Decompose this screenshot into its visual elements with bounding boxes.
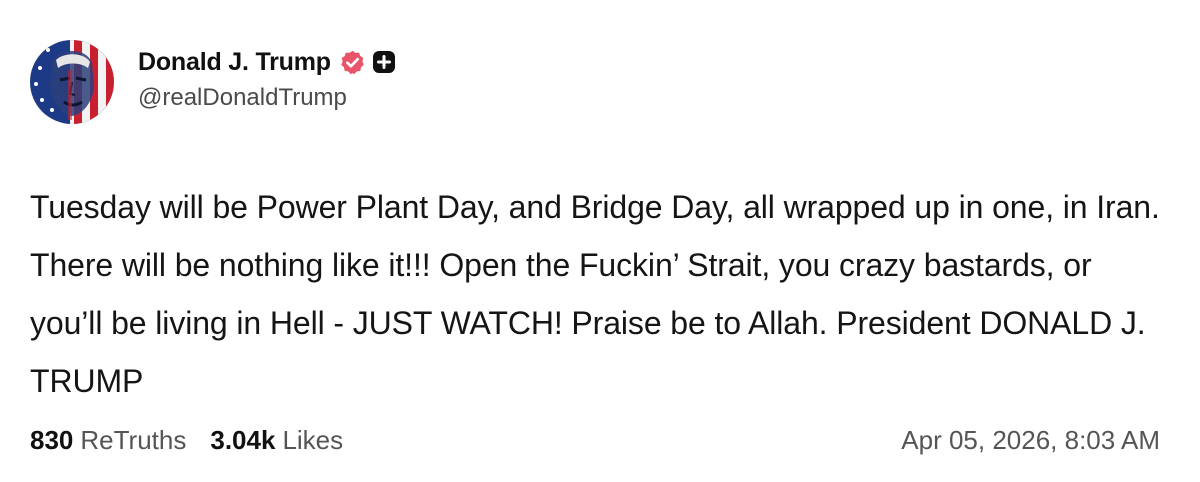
likes-label: Likes: [282, 424, 344, 455]
post-text: Tuesday will be Power Plant Day, and Bri…: [30, 189, 1160, 399]
verified-badge-icon: [339, 49, 366, 76]
likes-count: 3.04k: [210, 424, 276, 455]
post-timestamp[interactable]: Apr 05, 2026, 8:03 AM: [901, 425, 1160, 456]
truth-post: Donald J. Trump @realDonaldTrump Tuesday…: [0, 0, 1200, 482]
display-name-row: Donald J. Trump: [138, 46, 396, 78]
avatar-image: [30, 40, 114, 124]
avatar[interactable]: [30, 40, 114, 124]
plus-badge-icon: [372, 50, 396, 74]
author-names: Donald J. Trump @realDonaldTrump: [138, 46, 396, 112]
retruths-stat[interactable]: 830 ReTruths: [30, 425, 186, 456]
retruths-label: ReTruths: [80, 424, 187, 455]
likes-stat[interactable]: 3.04k Likes: [210, 425, 343, 456]
post-footer: 830 ReTruths 3.04k Likes Apr 05, 2026, 8…: [30, 420, 1160, 460]
display-name[interactable]: Donald J. Trump: [138, 48, 331, 77]
retruths-count: 830: [30, 424, 74, 455]
author-handle[interactable]: @realDonaldTrump: [138, 84, 396, 112]
